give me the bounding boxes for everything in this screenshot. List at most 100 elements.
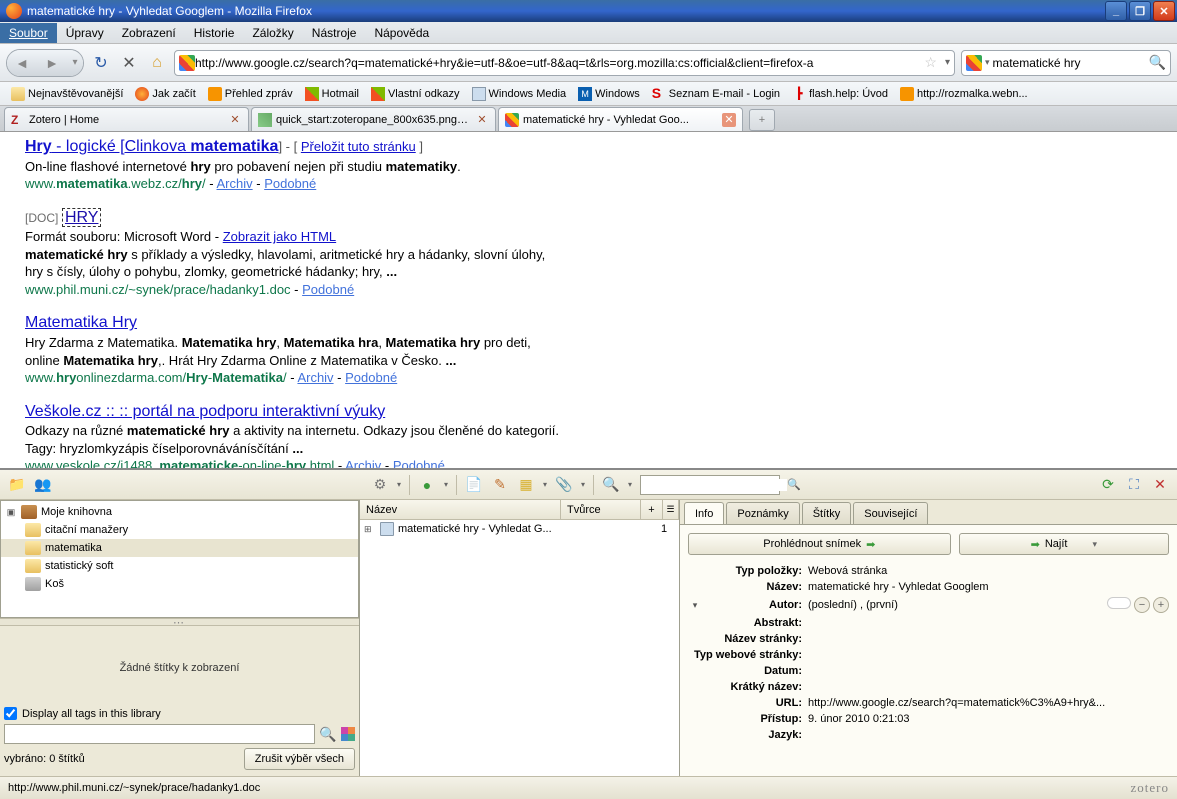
url-dropdown-icon[interactable]: ▾: [945, 57, 950, 68]
history-dropdown[interactable]: ▾: [67, 50, 83, 76]
field-itemtype[interactable]: Webová stránka: [808, 565, 1169, 577]
tag-filter-input[interactable]: [4, 724, 315, 744]
col-creator[interactable]: Tvůrce: [561, 500, 641, 519]
find-button[interactable]: ➡Najít▾: [959, 533, 1169, 555]
bookmark-item[interactable]: ┣flash.help: Úvod: [787, 85, 893, 103]
tab-notes[interactable]: Poznámky: [726, 502, 799, 524]
bookmark-item[interactable]: Windows Media: [467, 85, 572, 103]
search-icon[interactable]: 🔍: [787, 478, 801, 491]
result-link[interactable]: HRY: [62, 208, 102, 227]
collection-tree[interactable]: ▣Moje knihovna citační manažery matemati…: [0, 500, 359, 618]
menu-zalozky[interactable]: Záložky: [243, 23, 302, 43]
collapse-icon[interactable]: ▾: [688, 600, 702, 611]
wand-icon[interactable]: ✎: [491, 476, 509, 494]
items-list[interactable]: ⊞ matematické hry - Vyhledat G... 1: [360, 520, 679, 776]
display-all-tags-checkbox[interactable]: Display all tags in this library: [4, 705, 355, 722]
view-as-html-link[interactable]: Zobrazit jako HTML: [223, 229, 336, 244]
search-input[interactable]: [993, 56, 1149, 70]
menu-nastroje[interactable]: Nástroje: [303, 23, 366, 43]
tree-node[interactable]: statistický soft: [1, 557, 358, 575]
bookmark-item[interactable]: MWindows: [573, 85, 645, 103]
url-input[interactable]: [195, 56, 920, 70]
tree-node[interactable]: citační manažery: [1, 521, 358, 539]
menu-historie[interactable]: Historie: [185, 23, 244, 43]
forward-button[interactable]: ►: [37, 50, 67, 76]
cached-link[interactable]: Archiv: [217, 176, 253, 191]
add-by-id-icon[interactable]: 📄: [465, 476, 483, 494]
similar-link[interactable]: Podobné: [302, 282, 354, 297]
result-link[interactable]: Hry - logické [Clinkova matematika: [25, 138, 278, 155]
clear-selection-button[interactable]: Zrušit výběr všech: [244, 748, 355, 770]
back-button[interactable]: ◄: [7, 50, 37, 76]
menu-napoveda[interactable]: Nápověda: [365, 23, 438, 43]
search-engine-dd[interactable]: ▾: [985, 57, 990, 68]
note-icon[interactable]: ▦: [517, 476, 535, 494]
field-accessed[interactable]: 9. únor 2010 0:21:03: [808, 713, 1169, 725]
gear-icon[interactable]: ⚙: [371, 476, 389, 494]
bookmark-item[interactable]: Hotmail: [300, 85, 364, 103]
zotero-brand[interactable]: zotero: [1131, 780, 1169, 796]
result-link[interactable]: Matematika Hry: [25, 314, 137, 331]
new-collection-icon[interactable]: 📁: [8, 476, 26, 494]
similar-link[interactable]: Podobné: [264, 176, 316, 191]
bookmark-item[interactable]: Přehled zpráv: [203, 85, 298, 103]
stop-button[interactable]: ✕: [118, 52, 140, 74]
search-engine-icon[interactable]: [966, 55, 982, 71]
menu-zobrazeni[interactable]: Zobrazení: [113, 23, 185, 43]
maximize-button[interactable]: ❐: [1129, 1, 1151, 21]
new-tab-button[interactable]: +: [749, 109, 775, 131]
menu-upravy[interactable]: Úpravy: [57, 23, 113, 43]
col-add[interactable]: +: [641, 500, 663, 519]
close-button[interactable]: ✕: [1153, 1, 1175, 21]
search-icon[interactable]: 🔍: [319, 725, 337, 743]
tab-close-icon[interactable]: ✕: [228, 113, 242, 127]
search-icon[interactable]: 🔍: [602, 476, 620, 494]
menu-soubor[interactable]: Soubor: [0, 23, 57, 43]
result-link[interactable]: Veškole.cz :: :: portál na podporu inter…: [25, 403, 385, 420]
tab-tags[interactable]: Štítky: [802, 502, 852, 524]
bookmark-item[interactable]: SSeznam E-mail - Login: [647, 85, 785, 103]
tab-related[interactable]: Související: [853, 502, 928, 524]
attach-icon[interactable]: 📎: [555, 476, 573, 494]
add-item-icon[interactable]: ●: [418, 476, 436, 494]
item-row[interactable]: ⊞ matematické hry - Vyhledat G... 1: [360, 520, 679, 538]
cached-link[interactable]: Archiv: [297, 370, 333, 385]
tab-close-icon[interactable]: ✕: [475, 113, 489, 127]
fullscreen-icon[interactable]: ⛶: [1125, 476, 1143, 494]
toggle-icon[interactable]: [1107, 597, 1131, 609]
new-group-icon[interactable]: 👥: [34, 476, 52, 494]
reload-button[interactable]: ↻: [90, 52, 112, 74]
search-bar[interactable]: ▾ 🔍: [961, 50, 1171, 76]
home-button[interactable]: ⌂: [146, 52, 168, 74]
grid-icon[interactable]: [341, 727, 355, 741]
close-zotero-icon[interactable]: ✕: [1151, 476, 1169, 494]
add-author-button[interactable]: +: [1153, 597, 1169, 613]
horizontal-splitter[interactable]: [0, 618, 359, 626]
minimize-button[interactable]: _: [1105, 1, 1127, 21]
bookmark-item[interactable]: Nejnavštěvovanější: [6, 85, 128, 103]
field-url[interactable]: http://www.google.cz/search?q=matematick…: [808, 697, 1169, 709]
tab-close-icon[interactable]: ✕: [722, 113, 736, 127]
cached-link[interactable]: Archiv: [345, 458, 381, 468]
col-picker[interactable]: ☰: [663, 500, 679, 519]
tree-node[interactable]: matematika: [1, 539, 358, 557]
field-author[interactable]: (poslední) , (první): [808, 599, 1107, 611]
tab-info[interactable]: Info: [684, 502, 724, 524]
expand-icon[interactable]: ⊞: [364, 524, 376, 535]
view-snapshot-button[interactable]: Prohlédnout snímek➡: [688, 533, 951, 555]
zotero-search-input[interactable]: [645, 479, 787, 491]
zotero-search[interactable]: 🔍: [640, 475, 780, 495]
dropdown-icon[interactable]: ▾: [1092, 539, 1097, 550]
bookmark-star-icon[interactable]: ☆: [924, 54, 937, 71]
search-go-icon[interactable]: 🔍: [1149, 54, 1166, 71]
tab[interactable]: matematické hry - Vyhledat Goo... ✕: [498, 107, 743, 131]
field-title[interactable]: matematické hry - Vyhledat Googlem: [808, 581, 1169, 593]
bookmark-item[interactable]: Jak začít: [130, 85, 200, 103]
url-bar[interactable]: ☆ ▾: [174, 50, 955, 76]
bookmark-item[interactable]: Vlastní odkazy: [366, 85, 465, 103]
remove-author-button[interactable]: −: [1134, 597, 1150, 613]
bookmark-item[interactable]: http://rozmalka.webn...: [895, 85, 1033, 103]
col-name[interactable]: Název: [360, 500, 561, 519]
tree-node-library[interactable]: ▣Moje knihovna: [1, 503, 358, 521]
tree-node-trash[interactable]: Koš: [1, 575, 358, 593]
